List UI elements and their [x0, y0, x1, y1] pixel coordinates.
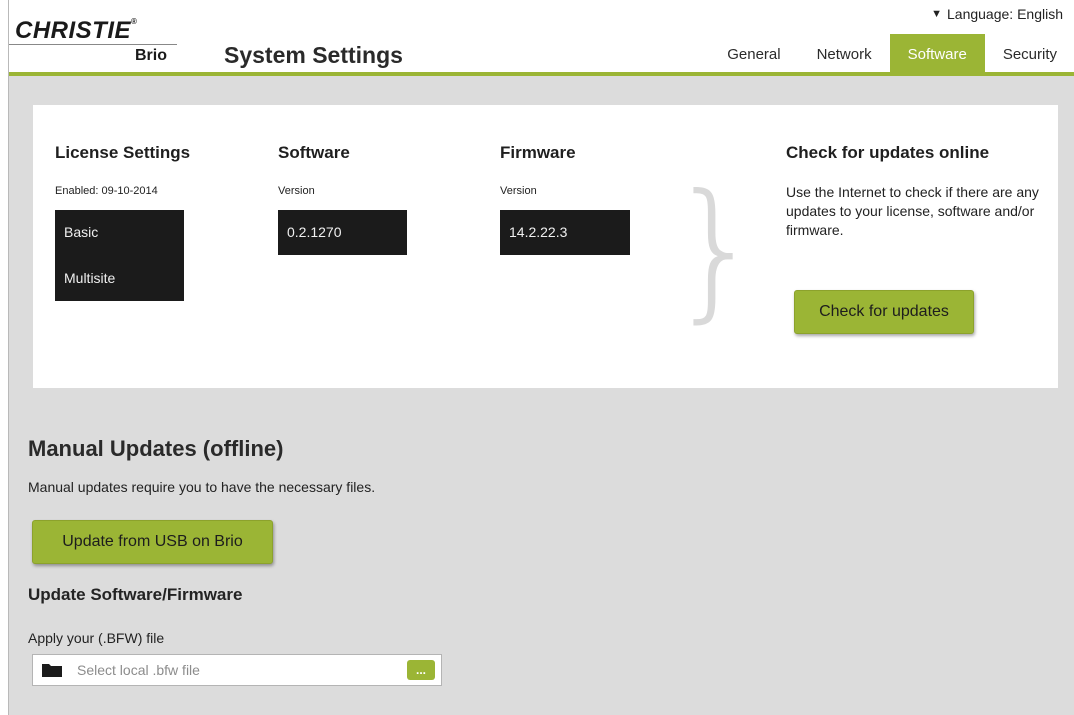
firmware-title: Firmware: [500, 143, 576, 162]
language-selector[interactable]: ▼ Language: English: [931, 6, 1063, 22]
update-software-firmware-title: Update Software/Firmware: [28, 585, 243, 604]
online-update-title: Check for updates online: [786, 143, 990, 162]
manual-updates-description: Manual updates require you to have the n…: [28, 479, 376, 495]
file-placeholder: Select local .bfw file: [77, 662, 200, 678]
license-list: Basic Multisite: [55, 210, 184, 301]
software-version: 0.2.1270: [287, 224, 342, 240]
license-item: Basic: [64, 224, 99, 240]
firmware-version-label: Version: [500, 185, 537, 197]
caret-down-icon: ▼: [931, 8, 942, 20]
software-title: Software: [278, 143, 350, 162]
product-name: Brio: [135, 47, 167, 64]
online-update-description: Use the Internet to check if there are a…: [786, 184, 1039, 238]
brace-divider: }: [668, 163, 764, 337]
tab-network[interactable]: Network: [799, 34, 890, 72]
bfw-file-field[interactable]: Select local .bfw file ...: [32, 654, 442, 686]
browse-button[interactable]: ...: [407, 660, 435, 680]
apply-file-label: Apply your (.BFW) file: [28, 630, 165, 646]
license-item: Multisite: [64, 270, 116, 286]
logo-divider: [9, 44, 177, 45]
language-label: Language: English: [947, 6, 1063, 22]
software-version-box: 0.2.1270: [278, 210, 407, 255]
version-info-card: License Settings Enabled: 09-10-2014 Bas…: [33, 105, 1058, 388]
firmware-version: 14.2.22.3: [509, 224, 568, 240]
software-version-label: Version: [278, 185, 315, 197]
check-for-updates-button[interactable]: Check for updates: [794, 290, 974, 334]
firmware-version-box: 14.2.22.3: [500, 210, 630, 255]
license-title: License Settings: [55, 143, 191, 162]
license-enabled-date: Enabled: 09-10-2014: [55, 185, 158, 197]
update-from-usb-button[interactable]: Update from USB on Brio: [32, 520, 273, 564]
settings-tabs: General Network Software Security: [709, 34, 1074, 72]
tab-security[interactable]: Security: [985, 34, 1074, 72]
folder-icon: [42, 664, 62, 677]
christie-logo: CHRISTIE®: [15, 17, 138, 44]
app-frame: CHRISTIE® Brio System Settings ▼ Languag…: [8, 0, 1074, 715]
manual-updates-title: Manual Updates (offline): [28, 436, 284, 461]
header: CHRISTIE® Brio System Settings ▼ Languag…: [9, 0, 1074, 72]
tab-general[interactable]: General: [709, 34, 798, 72]
tab-software[interactable]: Software: [889, 34, 985, 72]
main-panel: License Settings Enabled: 09-10-2014 Bas…: [9, 76, 1074, 715]
page-title: System Settings: [224, 42, 403, 68]
